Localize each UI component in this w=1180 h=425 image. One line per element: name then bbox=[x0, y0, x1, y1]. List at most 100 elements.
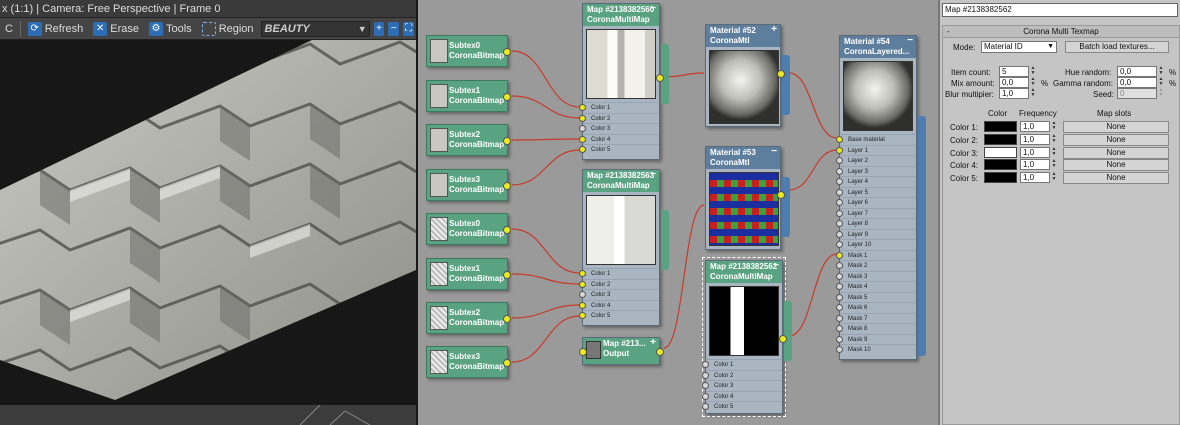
slot-row[interactable]: Layer 7 bbox=[836, 207, 916, 219]
expand-icon[interactable]: + bbox=[650, 338, 656, 348]
input-socket[interactable] bbox=[579, 146, 586, 153]
slot-row[interactable]: Layer 1 bbox=[836, 144, 916, 156]
spinner-icon[interactable]: ▲ ▼ bbox=[1030, 88, 1036, 99]
slot-row[interactable]: Mask 1 bbox=[836, 249, 916, 261]
input-socket[interactable] bbox=[702, 361, 709, 368]
input-socket[interactable] bbox=[702, 382, 709, 389]
input-socket[interactable] bbox=[836, 230, 843, 238]
subtex-node[interactable]: Subtex1 CoronaBitmap bbox=[426, 80, 511, 112]
input-socket[interactable] bbox=[579, 104, 586, 111]
output-socket[interactable] bbox=[503, 359, 511, 367]
slot-row[interactable]: Layer 6 bbox=[836, 197, 916, 208]
gamma-random-field[interactable]: 0,0 bbox=[1117, 77, 1157, 88]
node-expand-bar[interactable] bbox=[782, 55, 790, 115]
input-socket[interactable] bbox=[836, 241, 843, 248]
seed-field[interactable]: 0 bbox=[1117, 88, 1157, 99]
output-socket[interactable] bbox=[777, 191, 785, 199]
slot-row[interactable]: Color 3 bbox=[579, 123, 659, 134]
hue-random-field[interactable]: 0,0 bbox=[1117, 66, 1157, 77]
input-socket[interactable] bbox=[579, 348, 587, 356]
slot-row[interactable]: Color 3 bbox=[702, 380, 782, 391]
erase-button[interactable]: ✕ Erase bbox=[90, 20, 142, 38]
output-socket[interactable] bbox=[503, 226, 511, 234]
input-socket[interactable] bbox=[836, 157, 843, 164]
region-button[interactable]: Region bbox=[199, 20, 257, 38]
map-slot-button[interactable]: None bbox=[1063, 172, 1169, 185]
slot-row[interactable]: Color 4 bbox=[579, 299, 659, 311]
output-socket[interactable] bbox=[503, 271, 511, 279]
color-swatch[interactable] bbox=[984, 146, 1017, 158]
slot-row[interactable]: Mask 8 bbox=[836, 323, 916, 334]
output-socket[interactable] bbox=[656, 74, 664, 82]
input-socket[interactable] bbox=[579, 135, 586, 143]
rollout-header[interactable]: - Corona Multi Texmap bbox=[943, 26, 1179, 38]
multimap-node-b[interactable]: Map #2138382563 CoronaMultiMap − Color 1… bbox=[579, 169, 669, 326]
frequency-field[interactable]: 1,0 bbox=[1020, 159, 1050, 171]
slot-row[interactable]: Layer 9 bbox=[836, 228, 916, 240]
node-expand-bar[interactable] bbox=[661, 210, 669, 270]
slot-row[interactable]: Color 5 bbox=[579, 144, 659, 155]
subtex-node[interactable]: Subtex1 CoronaBitmap bbox=[426, 258, 511, 290]
slot-row[interactable]: Layer 4 bbox=[836, 176, 916, 187]
subtex-node[interactable]: Subtex3 CoronaBitmap bbox=[426, 169, 511, 201]
node-header[interactable]: Map #2138382563 CoronaMultiMap − bbox=[583, 170, 659, 192]
color-swatch[interactable] bbox=[984, 172, 1017, 184]
slot-row[interactable]: Color 2 bbox=[702, 369, 782, 381]
slot-row[interactable]: Layer 5 bbox=[836, 186, 916, 198]
output-socket[interactable] bbox=[503, 137, 511, 145]
slot-row[interactable]: Mask 5 bbox=[836, 291, 916, 303]
map-slot-button[interactable]: None bbox=[1063, 159, 1169, 172]
input-socket[interactable] bbox=[836, 251, 843, 259]
input-socket[interactable] bbox=[836, 335, 843, 343]
input-socket[interactable] bbox=[579, 114, 586, 122]
material-52-node[interactable]: Material #52 CoronaMtl + bbox=[705, 24, 790, 127]
input-socket[interactable] bbox=[579, 291, 586, 298]
multimap-node-a[interactable]: Map #2138382560 CoronaMultiMap − Color 1… bbox=[579, 3, 669, 160]
spinner-icon[interactable]: ▲ ▼ bbox=[1158, 88, 1164, 99]
mix-amount-field[interactable]: 0,0 bbox=[999, 77, 1029, 88]
subtex-node[interactable]: Subtex2 CoronaBitmap bbox=[426, 302, 511, 334]
slot-row[interactable]: Color 5 bbox=[579, 310, 659, 321]
frequency-field[interactable]: 1,0 bbox=[1020, 133, 1050, 145]
zoom-out-icon[interactable]: − bbox=[388, 21, 400, 36]
slot-row[interactable]: Color 1 bbox=[579, 102, 659, 113]
collapse-icon[interactable]: − bbox=[907, 36, 913, 46]
map-slot-button[interactable]: None bbox=[1063, 133, 1169, 146]
subtex-node[interactable]: Subtex2 CoronaBitmap bbox=[426, 124, 511, 156]
spinner-icon[interactable]: ▲ ▼ bbox=[1051, 121, 1057, 132]
clear-button[interactable]: C bbox=[2, 20, 16, 38]
input-socket[interactable] bbox=[836, 188, 843, 196]
batch-load-button[interactable]: Batch load textures... bbox=[1065, 41, 1169, 53]
frequency-field[interactable]: 1,0 bbox=[1020, 146, 1050, 158]
spinner-icon[interactable]: ▲ ▼ bbox=[1051, 172, 1057, 183]
slot-row[interactable]: Layer 8 bbox=[836, 218, 916, 229]
output-socket[interactable] bbox=[503, 315, 511, 323]
collapse-icon[interactable]: − bbox=[650, 4, 656, 14]
output-node[interactable]: Map #213... Output + bbox=[579, 337, 664, 365]
node-header[interactable]: Map #2138382560 CoronaMultiMap − bbox=[583, 4, 659, 26]
frequency-field[interactable]: 1,0 bbox=[1020, 121, 1050, 132]
color-swatch[interactable] bbox=[984, 121, 1017, 132]
input-socket[interactable] bbox=[579, 125, 586, 132]
multimap-node-c[interactable]: Map #2138382562 CoronaMultiMap − Color 1… bbox=[702, 257, 792, 417]
input-socket[interactable] bbox=[579, 270, 586, 277]
node-header[interactable]: Material #54 CoronaLayered... − bbox=[840, 36, 916, 58]
material-54-node[interactable]: Material #54 CoronaLayered... − Base mat… bbox=[836, 35, 926, 360]
output-socket[interactable] bbox=[503, 93, 511, 101]
node-header[interactable]: Map #2138382562 CoronaMultiMap − bbox=[706, 261, 782, 283]
input-socket[interactable] bbox=[702, 371, 709, 379]
node-header[interactable]: Material #52 CoronaMtl + bbox=[706, 25, 780, 47]
slot-row[interactable]: Color 2 bbox=[579, 112, 659, 124]
slot-row[interactable]: Mask 3 bbox=[836, 270, 916, 282]
output-socket[interactable] bbox=[656, 348, 664, 356]
slot-row[interactable]: Color 1 bbox=[579, 268, 659, 279]
input-socket[interactable] bbox=[702, 403, 709, 410]
slot-row[interactable]: Color 1 bbox=[702, 359, 782, 370]
input-socket[interactable] bbox=[836, 346, 843, 353]
expand-icon[interactable]: + bbox=[771, 25, 777, 35]
material-53-node[interactable]: Material #53 CoronaMtl − bbox=[705, 146, 790, 250]
item-count-field[interactable]: 5 bbox=[999, 66, 1029, 77]
subtex-node[interactable]: Subtex0 CoronaBitmap bbox=[426, 35, 511, 67]
slot-row[interactable]: Layer 3 bbox=[836, 165, 916, 177]
subtex-node[interactable]: Subtex0 CoronaBitmap bbox=[426, 213, 511, 245]
